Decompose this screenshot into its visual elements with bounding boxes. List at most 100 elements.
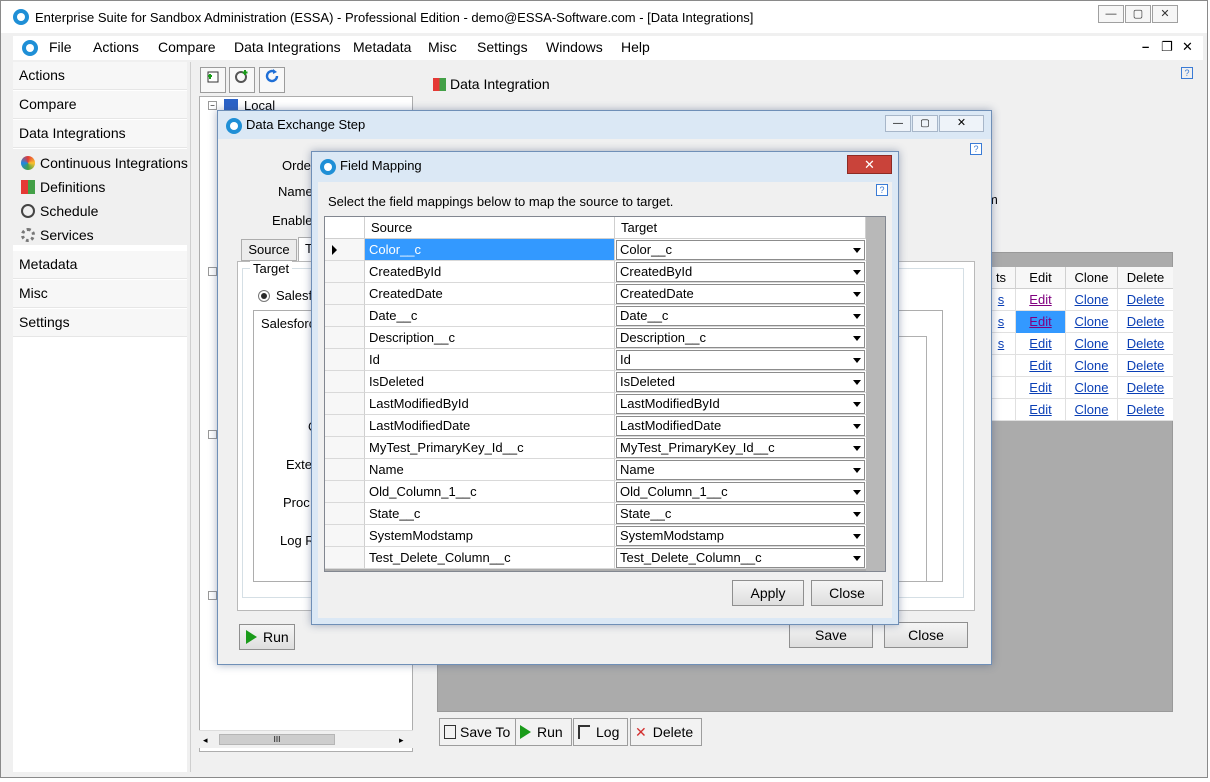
- source-field[interactable]: Old_Column_1__c: [365, 481, 615, 503]
- tree-expander[interactable]: [208, 267, 217, 276]
- edit-link[interactable]: Edit: [1015, 311, 1065, 333]
- edit-link[interactable]: Edit: [1015, 333, 1065, 355]
- scroll-right-arrow[interactable]: ▸: [399, 735, 404, 746]
- table-row[interactable]: State__c State__c: [325, 503, 866, 525]
- log-button[interactable]: Log: [573, 718, 629, 746]
- list-item[interactable]: Salesforc: [261, 316, 315, 331]
- delete-link[interactable]: Delete: [1117, 289, 1173, 311]
- menu-settings[interactable]: Settings: [477, 39, 528, 55]
- row-header[interactable]: [325, 305, 365, 327]
- dropdown-arrow-icon[interactable]: [853, 336, 861, 341]
- tree-collapse-icon[interactable]: −: [208, 101, 217, 110]
- edit-link[interactable]: Edit: [1015, 377, 1065, 399]
- scroll-left-arrow[interactable]: ◂: [203, 735, 208, 746]
- row-header[interactable]: [325, 547, 365, 569]
- table-row[interactable]: Color__c Color__c: [325, 239, 866, 261]
- dropdown-arrow-icon[interactable]: [853, 248, 861, 253]
- nav-item-definitions[interactable]: Definitions: [21, 179, 105, 195]
- row-header[interactable]: [325, 327, 365, 349]
- table-row[interactable]: CreatedDate CreatedDate: [325, 283, 866, 305]
- source-field[interactable]: Test_Delete_Column__c: [365, 547, 615, 569]
- target-dropdown[interactable]: IsDeleted: [616, 372, 865, 392]
- source-field[interactable]: State__c: [365, 503, 615, 525]
- nav-section-metadata[interactable]: Metadata: [13, 251, 187, 279]
- table-row[interactable]: IsDeleted IsDeleted: [325, 371, 866, 393]
- source-field[interactable]: Color__c: [365, 239, 615, 261]
- menu-windows[interactable]: Windows: [546, 39, 603, 55]
- dropdown-arrow-icon[interactable]: [853, 270, 861, 275]
- table-row[interactable]: SystemModstamp SystemModstamp: [325, 525, 866, 547]
- dropdown-arrow-icon[interactable]: [853, 380, 861, 385]
- row-header[interactable]: [325, 525, 365, 547]
- row-header[interactable]: [325, 481, 365, 503]
- des-help-icon[interactable]: ?: [970, 143, 982, 155]
- dropdown-arrow-icon[interactable]: [853, 314, 861, 319]
- delete-link[interactable]: Delete: [1117, 355, 1173, 377]
- dropdown-arrow-icon[interactable]: [853, 512, 861, 517]
- table-row[interactable]: Name Name: [325, 459, 866, 481]
- scroll-thumb[interactable]: III: [219, 734, 335, 745]
- tree-expander[interactable]: [208, 430, 217, 439]
- target-dropdown[interactable]: Test_Delete_Column__c: [616, 548, 865, 568]
- menu-actions[interactable]: Actions: [93, 39, 139, 55]
- menu-help[interactable]: Help: [621, 39, 650, 55]
- save-to-button[interactable]: Save To: [439, 718, 520, 746]
- refresh-icon[interactable]: [259, 67, 285, 93]
- clone-link[interactable]: Clone: [1065, 289, 1117, 311]
- maximize-button[interactable]: ▢: [1125, 5, 1151, 23]
- target-dropdown[interactable]: MyTest_PrimaryKey_Id__c: [616, 438, 865, 458]
- source-field[interactable]: IsDeleted: [365, 371, 615, 393]
- nav-item-services[interactable]: Services: [21, 227, 94, 243]
- des-minimize-button[interactable]: —: [885, 115, 911, 132]
- menu-compare[interactable]: Compare: [158, 39, 216, 55]
- dropdown-arrow-icon[interactable]: [853, 556, 861, 561]
- clone-link[interactable]: Clone: [1065, 311, 1117, 333]
- dropdown-arrow-icon[interactable]: [853, 468, 861, 473]
- row-header[interactable]: [325, 349, 365, 371]
- source-field[interactable]: MyTest_PrimaryKey_Id__c: [365, 437, 615, 459]
- fm-vertical-scrollbar[interactable]: [866, 217, 885, 571]
- nav-section-actions[interactable]: Actions: [13, 62, 187, 90]
- dropdown-arrow-icon[interactable]: [853, 490, 861, 495]
- mdi-minimize-button[interactable]: –: [1142, 39, 1149, 54]
- close-button[interactable]: ✕: [1152, 5, 1178, 23]
- target-dropdown[interactable]: Date__c: [616, 306, 865, 326]
- apply-button[interactable]: Apply: [732, 580, 804, 606]
- source-field[interactable]: CreatedById: [365, 261, 615, 283]
- run-button[interactable]: Run: [515, 718, 572, 746]
- target-dropdown[interactable]: Old_Column_1__c: [616, 482, 865, 502]
- row-header[interactable]: [325, 371, 365, 393]
- nav-section-compare[interactable]: Compare: [13, 91, 187, 119]
- mdi-close-button[interactable]: ✕: [1182, 39, 1193, 55]
- table-row[interactable]: Description__c Description__c: [325, 327, 866, 349]
- horizontal-scrollbar[interactable]: ◂ III ▸: [199, 730, 413, 748]
- des-close-dialog-button[interactable]: Close: [884, 622, 968, 648]
- dropdown-arrow-icon[interactable]: [853, 534, 861, 539]
- dropdown-arrow-icon[interactable]: [853, 292, 861, 297]
- source-field[interactable]: Date__c: [365, 305, 615, 327]
- row-header[interactable]: [325, 437, 365, 459]
- new-item-icon[interactable]: [200, 67, 226, 93]
- menu-app-icon[interactable]: [22, 40, 38, 56]
- menu-file[interactable]: File: [49, 39, 72, 55]
- nav-section-misc[interactable]: Misc: [13, 280, 187, 308]
- fm-close-button[interactable]: Close: [811, 580, 883, 606]
- source-field[interactable]: LastModifiedDate: [365, 415, 615, 437]
- source-field[interactable]: Id: [365, 349, 615, 371]
- source-field[interactable]: Name: [365, 459, 615, 481]
- delete-link[interactable]: Delete: [1117, 377, 1173, 399]
- dropdown-arrow-icon[interactable]: [853, 358, 861, 363]
- salesforce-radio[interactable]: [258, 290, 270, 302]
- source-field[interactable]: CreatedDate: [365, 283, 615, 305]
- des-save-button[interactable]: Save: [789, 622, 873, 648]
- help-icon[interactable]: ?: [1181, 67, 1193, 79]
- tree-expander[interactable]: [208, 591, 217, 600]
- menu-data-integrations[interactable]: Data Integrations: [234, 39, 341, 55]
- delete-link[interactable]: Delete: [1117, 399, 1173, 421]
- des-close-button[interactable]: ✕: [939, 115, 984, 132]
- table-row[interactable]: Test_Delete_Column__c Test_Delete_Column…: [325, 547, 866, 569]
- row-header[interactable]: [325, 415, 365, 437]
- nav-section-settings[interactable]: Settings: [13, 309, 187, 337]
- des-maximize-button[interactable]: ▢: [912, 115, 938, 132]
- dropdown-arrow-icon[interactable]: [853, 424, 861, 429]
